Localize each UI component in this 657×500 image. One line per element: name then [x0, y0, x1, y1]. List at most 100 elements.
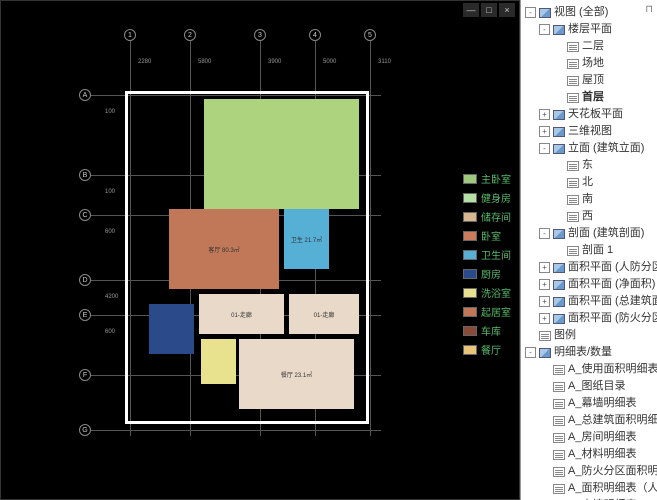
- sheet-icon: [567, 195, 579, 205]
- tree-node[interactable]: 南: [521, 191, 657, 208]
- tree-node[interactable]: A_防火分区面积明细表: [521, 463, 657, 480]
- tree-node[interactable]: A_材料明细表: [521, 446, 657, 463]
- tree-node[interactable]: - 视图 (全部): [521, 4, 657, 21]
- tree-label: 屋顶: [582, 73, 655, 88]
- sheet-icon: [567, 246, 579, 256]
- legend-swatch: [463, 212, 477, 222]
- room-area[interactable]: [204, 99, 359, 209]
- room-area[interactable]: 卫生 21.7㎡: [284, 209, 329, 269]
- restore-button[interactable]: □: [481, 3, 497, 17]
- legend-item: 厨房: [463, 266, 511, 281]
- tree-node[interactable]: + 面积平面 (人防分区面积): [521, 259, 657, 276]
- legend-label: 卫生间: [481, 247, 511, 262]
- legend-label: 起居室: [481, 304, 511, 319]
- close-button[interactable]: ×: [499, 3, 515, 17]
- tree-label: 立面 (建筑立面): [568, 141, 655, 156]
- collapse-icon[interactable]: -: [539, 143, 550, 154]
- tree-label: A_幕墙明细表: [568, 396, 655, 411]
- room-area[interactable]: [201, 339, 236, 384]
- tree-node[interactable]: - 楼层平面: [521, 21, 657, 38]
- expand-icon[interactable]: +: [539, 313, 550, 324]
- tree-node[interactable]: +面积平面 (净面积): [521, 276, 657, 293]
- cube-icon: [553, 127, 565, 137]
- tree-node[interactable]: 北: [521, 174, 657, 191]
- legend-swatch: [463, 269, 477, 279]
- room-area[interactable]: 01-走廊: [289, 294, 359, 334]
- tree-node[interactable]: A_总建筑面积明细表: [521, 412, 657, 429]
- tree-node[interactable]: 西: [521, 208, 657, 225]
- tree-node[interactable]: 图例: [521, 327, 657, 344]
- tree-node[interactable]: - 剖面 (建筑剖面): [521, 225, 657, 242]
- tree-node[interactable]: A_使用面积明细表: [521, 361, 657, 378]
- collapse-icon[interactable]: -: [525, 7, 536, 18]
- tree-node[interactable]: 场地: [521, 55, 657, 72]
- expand-icon[interactable]: +: [539, 279, 550, 290]
- sheet-icon: [553, 416, 565, 426]
- legend: 主卧室健身房储存间卧室卫生间厨房洗浴室起居室车库餐厅: [463, 171, 511, 357]
- sheet-icon: [567, 212, 579, 222]
- legend-swatch: [463, 345, 477, 355]
- legend-label: 餐厅: [481, 342, 501, 357]
- tree-label: A_总建筑面积明细表: [568, 413, 657, 428]
- tree-node[interactable]: +面积平面 (防火分区面积): [521, 310, 657, 327]
- minimize-button[interactable]: —: [463, 3, 479, 17]
- tree-label: 楼层平面: [568, 22, 655, 37]
- cube-icon: [553, 110, 565, 120]
- sheet-icon: [553, 467, 565, 477]
- room-area[interactable]: 餐厅 23.1㎡: [239, 339, 354, 409]
- grid-bubble: B: [79, 169, 91, 181]
- legend-item: 餐厅: [463, 342, 511, 357]
- tree-label: 场地: [582, 56, 655, 71]
- tree-node[interactable]: -明细表/数量: [521, 344, 657, 361]
- expand-icon[interactable]: +: [539, 109, 550, 120]
- tree-node[interactable]: A_幕墙明细表: [521, 395, 657, 412]
- tree-node[interactable]: 首层: [521, 89, 657, 106]
- grid-bubble: 2: [184, 29, 196, 41]
- project-browser[interactable]: ⊓ -视图 (全部)-楼层平面二层场地屋顶首层+天花板平面+三维视图-立面 (建…: [520, 0, 657, 500]
- tree-label: 面积平面 (人防分区面积): [568, 260, 657, 275]
- tree-label: 剖面 (建筑剖面): [568, 226, 655, 241]
- legend-item: 主卧室: [463, 171, 511, 186]
- legend-swatch: [463, 174, 477, 184]
- room-area[interactable]: 01-走廊: [199, 294, 284, 334]
- cube-icon: [553, 144, 565, 154]
- cube-icon: [553, 280, 565, 290]
- room-area[interactable]: [149, 304, 194, 354]
- tree-node[interactable]: A_面积明细表（人防面积）: [521, 480, 657, 497]
- tree-node[interactable]: +三维视图: [521, 123, 657, 140]
- tree-node[interactable]: +天花板平面: [521, 106, 657, 123]
- expand-icon[interactable]: +: [539, 126, 550, 137]
- grid-bubble: C: [79, 209, 91, 221]
- tree-node[interactable]: A_房间明细表: [521, 429, 657, 446]
- grid-bubble: 1: [124, 29, 136, 41]
- tree-label: 西: [582, 209, 655, 224]
- legend-label: 主卧室: [481, 171, 511, 186]
- tree-node[interactable]: - 立面 (建筑立面): [521, 140, 657, 157]
- legend-swatch: [463, 307, 477, 317]
- collapse-icon[interactable]: -: [539, 228, 550, 239]
- drawing-canvas[interactable]: — □ × 12345ABCDEFG客厅 80.3㎡卫生 21.7㎡餐厅 23.…: [0, 0, 520, 500]
- grid-bubble: F: [79, 369, 91, 381]
- sheet-icon: [553, 433, 565, 443]
- legend-label: 卧室: [481, 228, 501, 243]
- room-area[interactable]: 客厅 80.3㎡: [169, 209, 279, 289]
- expand-icon[interactable]: +: [539, 262, 550, 273]
- tree-label: 视图 (全部): [554, 5, 655, 20]
- tree-node[interactable]: 东: [521, 157, 657, 174]
- legend-label: 健身房: [481, 190, 511, 205]
- tree-node[interactable]: 屋顶: [521, 72, 657, 89]
- tree-label: A_房间明细表: [568, 430, 655, 445]
- legend-label: 厨房: [481, 266, 501, 281]
- collapse-icon[interactable]: -: [525, 347, 536, 358]
- legend-item: 储存间: [463, 209, 511, 224]
- tree-node[interactable]: A_图纸目录: [521, 378, 657, 395]
- tree-node[interactable]: 二层: [521, 38, 657, 55]
- tree-label: 图例: [554, 328, 655, 343]
- sheet-icon: [567, 59, 579, 69]
- collapse-icon[interactable]: -: [539, 24, 550, 35]
- sheet-icon: [553, 450, 565, 460]
- tree-node[interactable]: 剖面 1: [521, 242, 657, 259]
- pin-icon[interactable]: ⊓: [645, 4, 653, 15]
- tree-node[interactable]: +面积平面 (总建筑面积): [521, 293, 657, 310]
- expand-icon[interactable]: +: [539, 296, 550, 307]
